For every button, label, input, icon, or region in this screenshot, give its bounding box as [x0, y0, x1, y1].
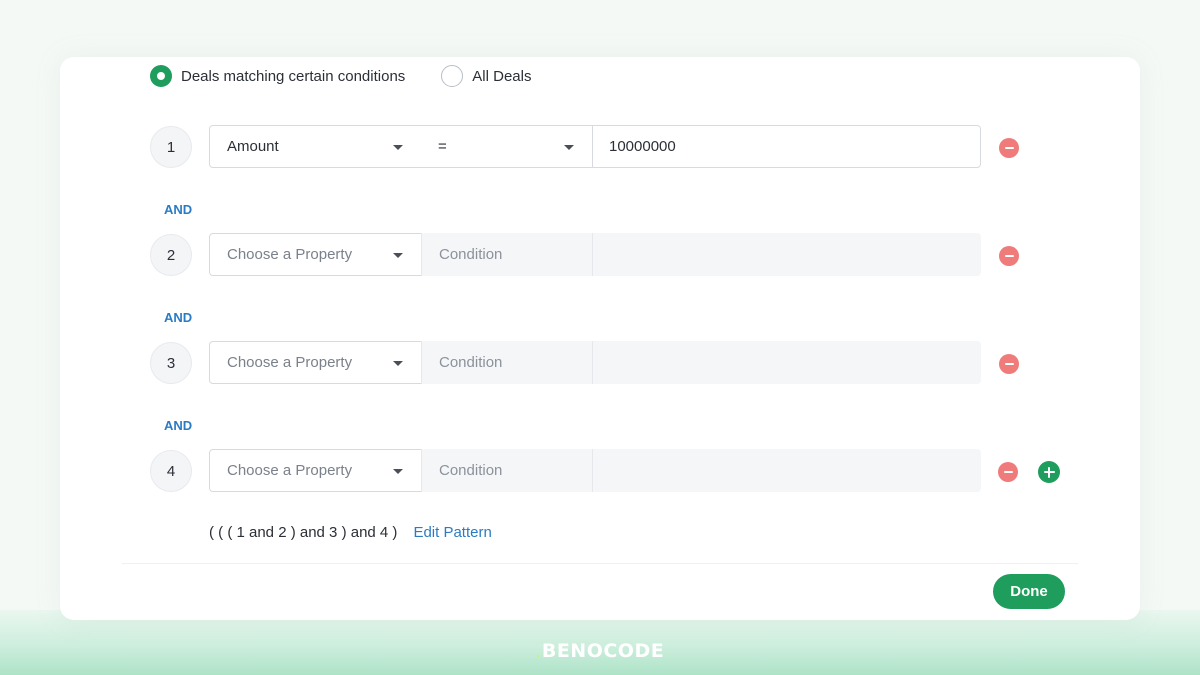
radio-label: Deals matching certain conditions	[181, 67, 406, 85]
value-input[interactable]	[592, 341, 981, 384]
pattern-row: ( ( ( 1 and 2 ) and 3 ) and 4 ) Edit Pat…	[209, 524, 492, 541]
minus-circle-icon	[1004, 147, 1014, 149]
value-input[interactable]	[592, 233, 981, 276]
caret-down-icon	[564, 145, 574, 150]
remove-condition-button[interactable]	[999, 354, 1019, 374]
value-input[interactable]: 10000000	[592, 125, 981, 168]
remove-condition-button[interactable]	[999, 138, 1019, 158]
caret-down-icon	[393, 253, 403, 258]
condition-row: 3 Choose a Property Condition	[150, 341, 1070, 385]
plus-circle-icon	[1043, 466, 1055, 478]
operator-select[interactable]: =	[421, 125, 593, 168]
minus-circle-icon	[1003, 471, 1013, 473]
condition-pattern: ( ( ( 1 and 2 ) and 3 ) and 4 )	[209, 524, 398, 541]
condition-row: 1 Amount = 10000000	[150, 125, 1070, 169]
property-select-placeholder: Choose a Property	[227, 246, 353, 263]
condition-index: 3	[150, 342, 192, 384]
footer-divider	[122, 563, 1078, 564]
caret-down-icon	[393, 469, 403, 474]
radio-option-matching[interactable]: Deals matching certain conditions	[150, 65, 405, 87]
operator-select-value: =	[438, 138, 447, 155]
remove-condition-button[interactable]	[999, 246, 1019, 266]
radio-checked-icon	[150, 65, 172, 87]
property-select[interactable]: Choose a Property	[209, 233, 422, 276]
property-select[interactable]: Amount	[209, 125, 422, 168]
minus-circle-icon	[1004, 255, 1014, 257]
condition-index: 4	[150, 450, 192, 492]
property-select-value: Amount	[227, 138, 279, 155]
operator-select-placeholder: Condition	[439, 246, 503, 263]
operator-select[interactable]: Condition	[421, 233, 593, 276]
done-button[interactable]: Done	[993, 574, 1065, 609]
property-select[interactable]: Choose a Property	[209, 449, 422, 492]
property-select-placeholder: Choose a Property	[227, 354, 353, 371]
brand-name: BENOCODE	[541, 640, 665, 662]
operator-select[interactable]: Condition	[421, 449, 593, 492]
edit-pattern-link[interactable]: Edit Pattern	[413, 524, 491, 541]
brand-mark: .	[535, 646, 541, 660]
and-connector: AND	[164, 310, 193, 325]
caret-down-icon	[393, 361, 403, 366]
operator-select[interactable]: Condition	[421, 341, 593, 384]
operator-select-placeholder: Condition	[439, 462, 503, 479]
radio-unchecked-icon	[441, 65, 464, 87]
filter-mode-group: Deals matching certain conditions All De…	[150, 64, 567, 88]
radio-label: All Deals	[472, 67, 532, 85]
property-select[interactable]: Choose a Property	[209, 341, 422, 384]
condition-index: 2	[150, 234, 192, 276]
and-connector: AND	[164, 202, 193, 217]
add-condition-button[interactable]	[1038, 461, 1060, 483]
condition-row: 4 Choose a Property Condition	[150, 449, 1070, 493]
remove-condition-button[interactable]	[998, 462, 1018, 482]
value-input[interactable]	[592, 449, 981, 492]
brand-logo: .BENOCODE	[0, 640, 1200, 662]
value-input-text: 10000000	[609, 138, 676, 155]
and-connector: AND	[164, 418, 193, 433]
condition-row: 2 Choose a Property Condition	[150, 233, 1070, 277]
minus-circle-icon	[1004, 363, 1014, 365]
caret-down-icon	[393, 145, 403, 150]
property-select-placeholder: Choose a Property	[227, 462, 353, 479]
operator-select-placeholder: Condition	[439, 354, 503, 371]
radio-option-all[interactable]: All Deals	[441, 65, 531, 87]
condition-index: 1	[150, 126, 192, 168]
